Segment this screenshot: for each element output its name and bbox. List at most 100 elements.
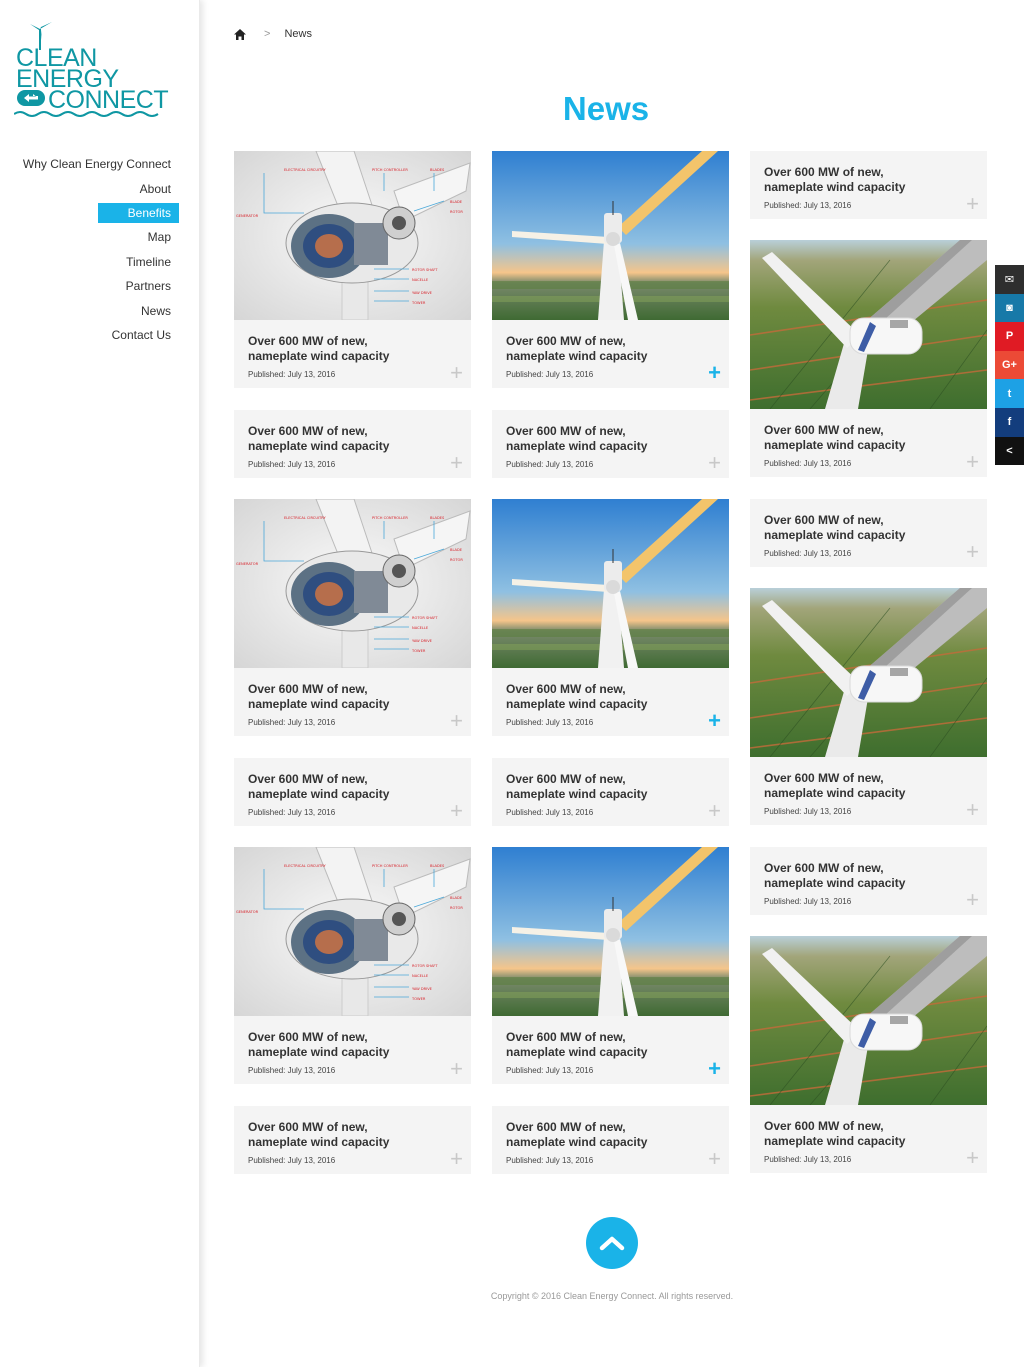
scroll-to-top-button[interactable] (586, 1217, 638, 1269)
news-card-title[interactable]: Over 600 MW of new, nameplate wind capac… (506, 682, 666, 712)
news-card-image[interactable] (492, 151, 729, 320)
news-card[interactable]: Over 600 MW of new, nameplate wind capac… (234, 410, 471, 478)
news-card[interactable]: Over 600 MW of new, nameplate wind capac… (234, 758, 471, 826)
news-card[interactable]: Over 600 MW of new, nameplate wind capac… (492, 847, 729, 1084)
news-card[interactable]: ELECTRICAL CIRCUITRY PITCH CONTROLLER BL… (234, 847, 471, 1084)
news-card-title[interactable]: Over 600 MW of new, nameplate wind capac… (506, 1030, 666, 1060)
news-card-title[interactable]: Over 600 MW of new, nameplate wind capac… (248, 1030, 408, 1060)
news-card-title[interactable]: Over 600 MW of new, nameplate wind capac… (248, 1120, 408, 1150)
news-card-image[interactable] (750, 588, 987, 757)
news-card[interactable]: Over 600 MW of new, nameplate wind capac… (492, 410, 729, 478)
plus-icon[interactable]: + (450, 1148, 463, 1170)
news-card[interactable]: Over 600 MW of new, nameplate wind capac… (750, 847, 987, 915)
svg-text:ROTOR SHAFT: ROTOR SHAFT (412, 268, 438, 272)
news-card-title[interactable]: Over 600 MW of new, nameplate wind capac… (248, 424, 408, 454)
plus-icon[interactable]: + (708, 710, 721, 732)
facebook-icon[interactable]: f (995, 407, 1024, 437)
news-card-body: Over 600 MW of new, nameplate wind capac… (234, 410, 471, 478)
news-card-image[interactable]: ELECTRICAL CIRCUITRY PITCH CONTROLLER BL… (234, 499, 471, 668)
logo[interactable]: CLEAN ENERGY CONNECT (14, 20, 169, 120)
news-card[interactable]: ELECTRICAL CIRCUITRY PITCH CONTROLLER BL… (234, 499, 471, 736)
home-icon[interactable] (234, 28, 246, 40)
news-card[interactable]: Over 600 MW of new, nameplate wind capac… (750, 936, 987, 1173)
nav-item-partners[interactable]: Partners (0, 274, 179, 298)
news-card[interactable]: ELECTRICAL CIRCUITRY PITCH CONTROLLER BL… (234, 151, 471, 388)
svg-text:YAW DRIVE: YAW DRIVE (412, 987, 433, 991)
nav-item-benefits[interactable]: Benefits (0, 201, 179, 225)
nav-item-about[interactable]: About (0, 176, 179, 200)
news-card[interactable]: Over 600 MW of new, nameplate wind capac… (750, 151, 987, 219)
plus-icon[interactable]: + (708, 800, 721, 822)
news-card-title[interactable]: Over 600 MW of new, nameplate wind capac… (764, 1119, 924, 1149)
news-card[interactable]: Over 600 MW of new, nameplate wind capac… (234, 1106, 471, 1174)
plus-icon[interactable]: + (450, 800, 463, 822)
svg-text:ELECTRICAL CIRCUITRY: ELECTRICAL CIRCUITRY (284, 168, 326, 172)
news-card-title[interactable]: Over 600 MW of new, nameplate wind capac… (764, 771, 924, 801)
pinterest-icon[interactable]: P (995, 322, 1024, 351)
news-card-title[interactable]: Over 600 MW of new, nameplate wind capac… (764, 423, 924, 453)
news-card-image[interactable]: ELECTRICAL CIRCUITRY PITCH CONTROLLER BL… (234, 847, 471, 1016)
news-card-title[interactable]: Over 600 MW of new, nameplate wind capac… (506, 772, 666, 802)
news-card[interactable]: Over 600 MW of new, nameplate wind capac… (750, 588, 987, 825)
nav-item-why-clean-energy-connect[interactable]: Why Clean Energy Connect (0, 152, 179, 176)
news-card[interactable]: Over 600 MW of new, nameplate wind capac… (492, 758, 729, 826)
plus-icon[interactable]: + (966, 1147, 979, 1169)
news-card-title[interactable]: Over 600 MW of new, nameplate wind capac… (506, 424, 666, 454)
news-card-date: Published: July 13, 2016 (764, 549, 852, 558)
news-card-image[interactable] (750, 936, 987, 1105)
plus-icon[interactable]: + (450, 362, 463, 384)
news-card-image[interactable] (492, 499, 729, 668)
social-share-bar: ✉ ◙ P G+ t f < (995, 265, 1024, 466)
nav-item-news[interactable]: News (0, 298, 179, 322)
nav-item-contact-us[interactable]: Contact Us (0, 323, 179, 347)
breadcrumb-current[interactable]: News (284, 28, 312, 40)
plus-icon[interactable]: + (966, 193, 979, 215)
news-card[interactable]: Over 600 MW of new, nameplate wind capac… (750, 499, 987, 567)
svg-text:GENERATOR: GENERATOR (236, 214, 259, 218)
breadcrumb: > News (234, 28, 312, 40)
nav-item-timeline[interactable]: Timeline (0, 250, 179, 274)
twitter-icon[interactable]: t (995, 379, 1024, 408)
plus-icon[interactable]: + (966, 799, 979, 821)
nav-item-label: Benefits (97, 202, 179, 223)
plus-icon[interactable]: + (708, 452, 721, 474)
news-card-image[interactable]: ELECTRICAL CIRCUITRY PITCH CONTROLLER BL… (234, 151, 471, 320)
nav-item-label: Map (147, 230, 171, 245)
svg-text:NACELLE: NACELLE (412, 278, 429, 282)
news-card-title[interactable]: Over 600 MW of new, nameplate wind capac… (506, 1120, 666, 1150)
news-card[interactable]: Over 600 MW of new, nameplate wind capac… (750, 240, 987, 477)
news-card-title[interactable]: Over 600 MW of new, nameplate wind capac… (764, 513, 924, 543)
mail-icon[interactable]: ✉ (995, 265, 1024, 294)
svg-text:ELECTRICAL CIRCUITRY: ELECTRICAL CIRCUITRY (284, 864, 326, 868)
plus-icon[interactable]: + (966, 541, 979, 563)
google-plus-icon[interactable]: G+ (995, 350, 1024, 380)
news-card-body: Over 600 MW of new, nameplate wind capac… (492, 668, 729, 736)
plus-icon[interactable]: + (966, 889, 979, 911)
plus-icon[interactable]: + (966, 451, 979, 473)
plus-icon[interactable]: + (450, 1058, 463, 1080)
plus-icon[interactable]: + (450, 710, 463, 732)
plus-icon[interactable]: + (708, 1058, 721, 1080)
svg-text:ROTOR: ROTOR (450, 558, 463, 562)
news-card-title[interactable]: Over 600 MW of new, nameplate wind capac… (506, 334, 666, 364)
news-card-title[interactable]: Over 600 MW of new, nameplate wind capac… (764, 861, 924, 891)
news-card-title[interactable]: Over 600 MW of new, nameplate wind capac… (248, 334, 408, 364)
news-card[interactable]: Over 600 MW of new, nameplate wind capac… (492, 151, 729, 388)
news-card-date: Published: July 13, 2016 (506, 1066, 594, 1075)
news-card-image[interactable] (750, 240, 987, 409)
news-card-title[interactable]: Over 600 MW of new, nameplate wind capac… (764, 165, 924, 195)
instagram-icon[interactable]: ◙ (995, 293, 1024, 323)
plus-icon[interactable]: + (708, 362, 721, 384)
nav-item-map[interactable]: Map (0, 225, 179, 249)
news-card-title[interactable]: Over 600 MW of new, nameplate wind capac… (248, 682, 408, 712)
plus-icon[interactable]: + (708, 1148, 721, 1170)
news-card-title[interactable]: Over 600 MW of new, nameplate wind capac… (248, 772, 408, 802)
news-card[interactable]: Over 600 MW of new, nameplate wind capac… (492, 1106, 729, 1174)
share-icon[interactable]: < (995, 436, 1024, 466)
sidebar: CLEAN ENERGY CONNECT Why Clean Energy Co… (0, 0, 200, 1367)
plus-icon[interactable]: + (450, 452, 463, 474)
news-card-image[interactable] (492, 847, 729, 1016)
news-card-body: Over 600 MW of new, nameplate wind capac… (492, 1016, 729, 1084)
waves-icon (14, 111, 159, 117)
news-card[interactable]: Over 600 MW of new, nameplate wind capac… (492, 499, 729, 736)
